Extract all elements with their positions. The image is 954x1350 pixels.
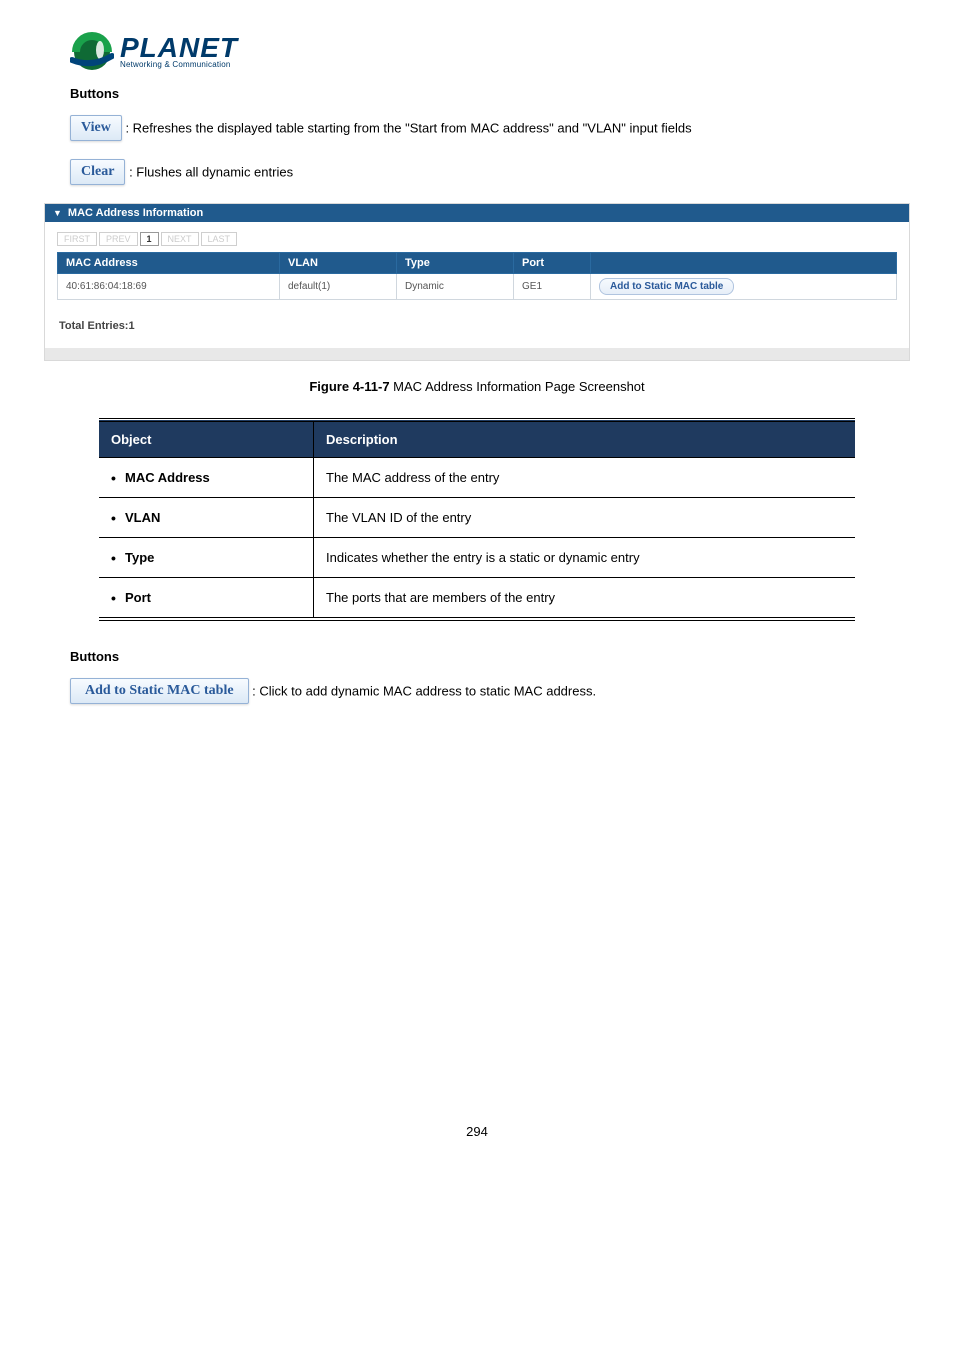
desc-object: VLAN [99, 498, 314, 538]
panel-title: MAC Address Information [68, 207, 203, 219]
desc-description: The ports that are members of the entry [314, 578, 856, 620]
description-table: Object Description MAC Address The MAC a… [99, 418, 855, 621]
desc-header-description: Description [314, 420, 856, 458]
brand-name: PLANET [120, 35, 238, 60]
desc-header-object: Object [99, 420, 314, 458]
desc-object: Port [99, 578, 314, 620]
cell-vlan: default(1) [280, 274, 397, 300]
col-port: Port [514, 253, 591, 274]
cell-type: Dynamic [397, 274, 514, 300]
clear-button[interactable]: Clear [70, 159, 125, 185]
pager-current[interactable]: 1 [140, 232, 159, 246]
brand-logo: PLANET Networking & Communication [70, 30, 884, 74]
desc-description: The MAC address of the entry [314, 458, 856, 498]
figure-number: Figure 4-11-7 [309, 379, 389, 394]
add-to-static-mac-button[interactable]: Add to Static MAC table [599, 278, 734, 295]
pager-last[interactable]: LAST [201, 232, 238, 246]
desc-row: MAC Address The MAC address of the entry [99, 458, 855, 498]
caret-down-icon: ▼ [53, 208, 62, 218]
buttons-heading-2: Buttons [70, 649, 884, 664]
desc-header-row: Object Description [99, 420, 855, 458]
col-action [591, 253, 897, 274]
cell-port: GE1 [514, 274, 591, 300]
panel-header[interactable]: ▼ MAC Address Information [45, 204, 909, 222]
pager-prev[interactable]: PREV [99, 232, 138, 246]
figure-title: MAC Address Information Page Screenshot [390, 379, 645, 394]
table-header-row: MAC Address VLAN Type Port [58, 253, 897, 274]
desc-row: Type Indicates whether the entry is a st… [99, 538, 855, 578]
desc-object: MAC Address [99, 458, 314, 498]
table-row: 40:61:86:04:18:69 default(1) Dynamic GE1… [58, 274, 897, 300]
col-vlan: VLAN [280, 253, 397, 274]
view-button-desc: : Refreshes the displayed table starting… [125, 121, 691, 136]
pager-next[interactable]: NEXT [161, 232, 199, 246]
page-number: 294 [70, 1124, 884, 1139]
buttons-heading-1: Buttons [70, 86, 884, 101]
col-mac: MAC Address [58, 253, 280, 274]
planet-globe-icon [70, 30, 114, 74]
clear-button-desc: : Flushes all dynamic entries [129, 165, 293, 180]
view-button[interactable]: View [70, 115, 122, 141]
desc-object: Type [99, 538, 314, 578]
desc-description: The VLAN ID of the entry [314, 498, 856, 538]
desc-row: Port The ports that are members of the e… [99, 578, 855, 620]
pager-first[interactable]: FIRST [57, 232, 97, 246]
pager: FIRST PREV 1 NEXT LAST [57, 232, 897, 246]
add-to-static-mac-button-large[interactable]: Add to Static MAC table [70, 678, 249, 704]
mac-address-table: MAC Address VLAN Type Port 40:61:86:04:1… [57, 252, 897, 300]
col-type: Type [397, 253, 514, 274]
brand-tagline: Networking & Communication [120, 60, 238, 69]
add-to-static-mac-desc: : Click to add dynamic MAC address to st… [252, 684, 596, 699]
cell-mac: 40:61:86:04:18:69 [58, 274, 280, 300]
total-entries: Total Entries:1 [59, 320, 897, 332]
desc-description: Indicates whether the entry is a static … [314, 538, 856, 578]
figure-caption: Figure 4-11-7 MAC Address Information Pa… [70, 379, 884, 394]
desc-row: VLAN The VLAN ID of the entry [99, 498, 855, 538]
